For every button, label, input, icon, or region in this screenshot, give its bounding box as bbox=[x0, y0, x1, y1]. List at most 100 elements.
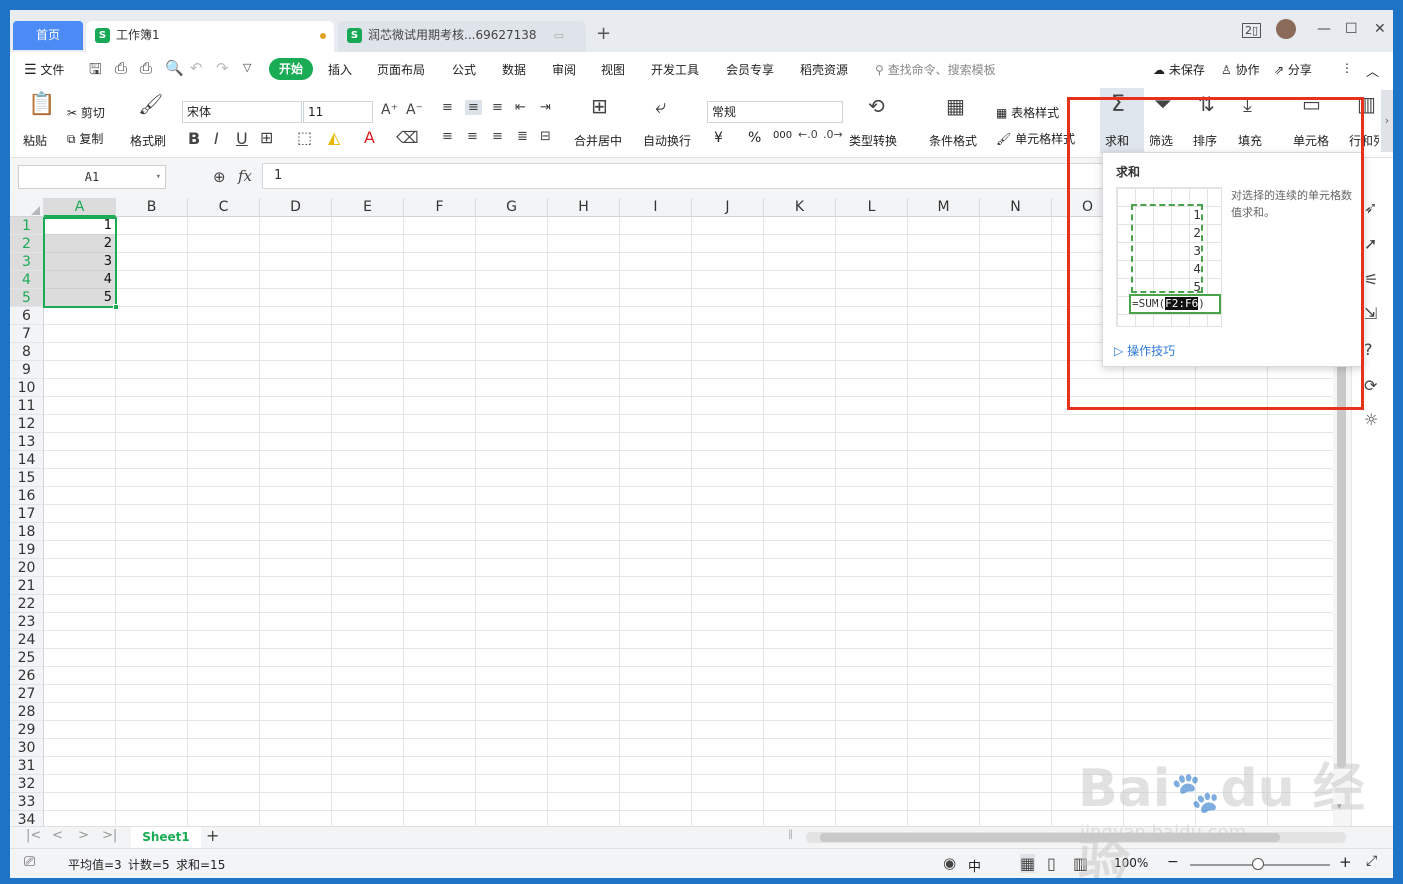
type-convert-button[interactable]: 类型转换 bbox=[849, 132, 897, 149]
number-format-select[interactable]: 常规 bbox=[707, 101, 843, 123]
eye-icon[interactable]: ◉ bbox=[943, 854, 956, 872]
row-header-3[interactable]: 3 bbox=[10, 253, 44, 271]
currency-button[interactable]: ¥ bbox=[714, 130, 723, 146]
column-header-h[interactable]: H bbox=[548, 198, 620, 217]
column-header-l[interactable]: L bbox=[836, 198, 908, 217]
prev-sheet-icon[interactable]: < bbox=[52, 828, 63, 843]
align-left-icon[interactable]: ≡ bbox=[442, 129, 453, 144]
row-header-18[interactable]: 18 bbox=[10, 523, 44, 541]
menu-page-layout[interactable]: 页面布局 bbox=[377, 61, 425, 78]
merge-center-button[interactable]: 合并居中 bbox=[574, 132, 622, 149]
search-command[interactable]: ⚲ 查找命令、搜索模板 bbox=[875, 61, 996, 78]
cell-a4[interactable]: 4 bbox=[44, 271, 116, 289]
row-header-2[interactable]: 2 bbox=[10, 235, 44, 253]
align-right-icon[interactable]: ≡ bbox=[492, 129, 503, 144]
menu-developer[interactable]: 开发工具 bbox=[651, 61, 699, 78]
save-icon[interactable]: 🖫 bbox=[89, 59, 102, 84]
paste-button[interactable]: 粘贴 bbox=[23, 132, 47, 149]
row-header-20[interactable]: 20 bbox=[10, 559, 44, 577]
row-header-23[interactable]: 23 bbox=[10, 613, 44, 631]
chevron-down-icon[interactable]: ▽ bbox=[243, 61, 251, 74]
sum-button[interactable]: 求和 bbox=[1105, 132, 1129, 149]
macro-icon[interactable]: ⎚ bbox=[24, 854, 35, 870]
column-header-c[interactable]: C bbox=[188, 198, 260, 217]
input-language[interactable]: 中 bbox=[968, 856, 981, 875]
undo-icon[interactable]: ↶ bbox=[190, 59, 203, 77]
row-header-22[interactable]: 22 bbox=[10, 595, 44, 613]
help-icon[interactable]: ? bbox=[1364, 340, 1373, 359]
row-header-29[interactable]: 29 bbox=[10, 721, 44, 739]
close-icon[interactable]: ✕ bbox=[1374, 21, 1386, 37]
column-header-n[interactable]: N bbox=[980, 198, 1052, 217]
menu-file[interactable]: ☰ 文件 bbox=[24, 61, 64, 78]
row-header-32[interactable]: 32 bbox=[10, 775, 44, 793]
fill-style-icon[interactable]: ⬚ bbox=[297, 128, 312, 147]
cell-a1[interactable]: 1 bbox=[44, 217, 116, 235]
wrap-text-button[interactable]: 自动换行 bbox=[643, 132, 691, 149]
menu-insert[interactable]: 插入 bbox=[328, 61, 352, 78]
row-header-5[interactable]: 5 bbox=[10, 289, 44, 307]
menu-resources[interactable]: 稻壳资源 bbox=[800, 61, 848, 78]
lightbulb-icon[interactable]: ☼ bbox=[1364, 410, 1378, 429]
align-bottom-icon[interactable]: ≡ bbox=[492, 100, 503, 115]
fill-color-icon[interactable]: ◭ bbox=[328, 128, 340, 147]
first-sheet-icon[interactable]: |< bbox=[26, 828, 41, 843]
rocket-icon[interactable]: ➶ bbox=[1364, 198, 1377, 217]
new-tab-plus-icon[interactable]: + bbox=[596, 23, 611, 44]
italic-icon[interactable]: I bbox=[214, 129, 219, 148]
filter-button[interactable]: 筛选 bbox=[1149, 132, 1173, 149]
row-header-14[interactable]: 14 bbox=[10, 451, 44, 469]
cell-a5[interactable]: 5 bbox=[44, 289, 116, 307]
type-convert-icon[interactable]: ⟲ bbox=[868, 94, 885, 118]
row-col-button[interactable]: 行和列 bbox=[1349, 132, 1379, 149]
row-header-11[interactable]: 11 bbox=[10, 397, 44, 415]
row-header-34[interactable]: 34 bbox=[10, 811, 44, 826]
row-header-27[interactable]: 27 bbox=[10, 685, 44, 703]
cursor-icon[interactable]: ➚ bbox=[1364, 234, 1377, 253]
column-header-m[interactable]: M bbox=[908, 198, 980, 217]
zoom-formula-icon[interactable]: ⊕ bbox=[213, 168, 226, 186]
row-header-17[interactable]: 17 bbox=[10, 505, 44, 523]
row-header-19[interactable]: 19 bbox=[10, 541, 44, 559]
thousands-button[interactable]: 000 bbox=[773, 130, 792, 141]
table-style-button[interactable]: ▦ 表格样式 bbox=[996, 104, 1059, 121]
fill-button[interactable]: 填充 bbox=[1238, 132, 1262, 149]
avatar[interactable] bbox=[1276, 19, 1296, 39]
cut-button[interactable]: ✂ 剪切 bbox=[67, 104, 105, 121]
tips-link[interactable]: ▷ 操作技巧 bbox=[1114, 342, 1175, 359]
clear-format-icon[interactable]: ⌫ bbox=[396, 128, 419, 147]
row-header-13[interactable]: 13 bbox=[10, 433, 44, 451]
add-sheet-icon[interactable]: + bbox=[206, 826, 219, 845]
column-header-a[interactable]: A bbox=[44, 198, 116, 217]
tab-home[interactable]: 首页 bbox=[13, 21, 83, 50]
next-sheet-icon[interactable]: > bbox=[78, 828, 89, 843]
row-header-31[interactable]: 31 bbox=[10, 757, 44, 775]
column-header-b[interactable]: B bbox=[116, 198, 188, 217]
outdent-icon[interactable]: ⇤ bbox=[515, 100, 526, 115]
menu-formulas[interactable]: 公式 bbox=[452, 61, 476, 78]
row-header-28[interactable]: 28 bbox=[10, 703, 44, 721]
fill-handle[interactable] bbox=[113, 304, 119, 310]
unsaved-button[interactable]: ☁ 未保存 bbox=[1153, 61, 1205, 78]
menu-review[interactable]: 审阅 bbox=[552, 61, 576, 78]
conditional-format-button[interactable]: 条件格式 bbox=[929, 132, 977, 149]
menu-member[interactable]: 会员专享 bbox=[726, 61, 774, 78]
print-preview-icon[interactable]: 🔍 bbox=[165, 59, 184, 77]
decrease-decimal-icon[interactable]: .0→ bbox=[823, 128, 843, 141]
cell-a3[interactable]: 3 bbox=[44, 253, 116, 271]
paste-icon[interactable]: 📋 bbox=[28, 92, 55, 117]
column-header-d[interactable]: D bbox=[260, 198, 332, 217]
decrease-font-icon[interactable]: A⁻ bbox=[406, 102, 423, 118]
share-sheet-icon[interactable]: ⇲ bbox=[1364, 304, 1377, 323]
cell-icon[interactable]: ▭ bbox=[1302, 92, 1321, 116]
export-pdf-icon[interactable]: ⎙ bbox=[115, 59, 127, 77]
column-header-i[interactable]: I bbox=[620, 198, 692, 217]
cell-a2[interactable]: 2 bbox=[44, 235, 116, 253]
column-header-e[interactable]: E bbox=[332, 198, 404, 217]
column-header-f[interactable]: F bbox=[404, 198, 476, 217]
row-header-21[interactable]: 21 bbox=[10, 577, 44, 595]
row-header-30[interactable]: 30 bbox=[10, 739, 44, 757]
row-header-15[interactable]: 15 bbox=[10, 469, 44, 487]
collapse-ribbon-icon[interactable]: ︿ bbox=[1366, 61, 1379, 80]
align-middle-icon[interactable]: ≡ bbox=[465, 100, 482, 115]
